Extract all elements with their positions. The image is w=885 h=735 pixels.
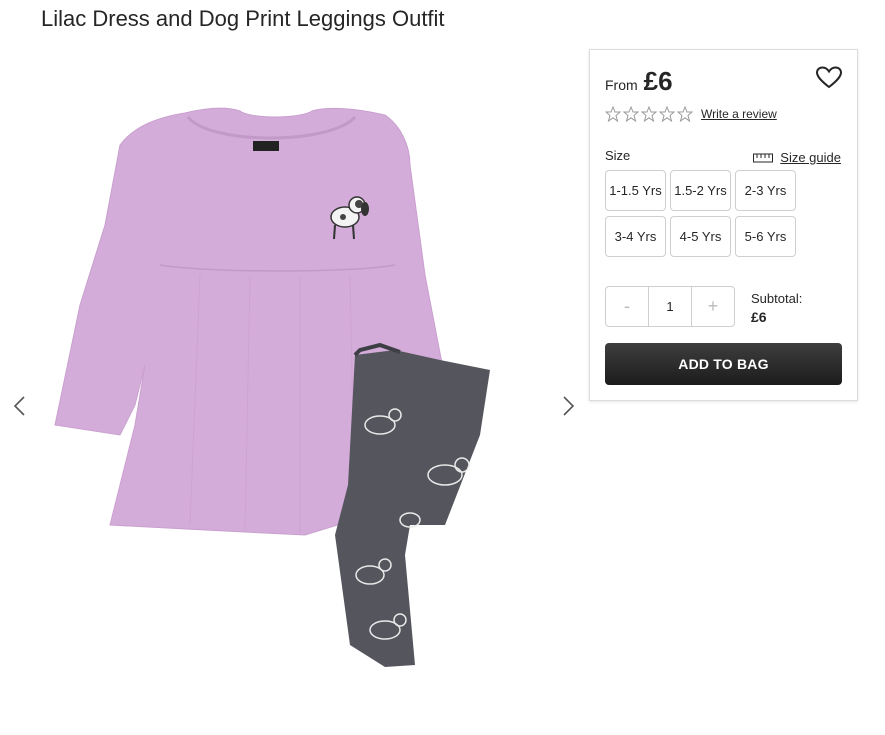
heart-icon[interactable] <box>815 66 843 90</box>
quantity-input[interactable]: 1 <box>648 287 692 326</box>
star-icon <box>659 106 675 122</box>
price: £6 <box>643 66 673 96</box>
subtotal-label: Subtotal: <box>751 291 803 306</box>
quantity-decrease-button[interactable]: - <box>606 287 648 326</box>
size-options: 1-1.5 Yrs 1.5-2 Yrs 2-3 Yrs 3-4 Yrs 4-5 … <box>605 170 800 257</box>
size-guide-label: Size guide <box>780 150 841 165</box>
ruler-icon <box>753 153 774 162</box>
add-to-bag-button[interactable]: ADD TO BAG <box>605 343 842 385</box>
size-option[interactable]: 5-6 Yrs <box>735 216 796 257</box>
size-option[interactable]: 2-3 Yrs <box>735 170 796 211</box>
star-icon <box>677 106 693 122</box>
size-guide-link[interactable]: Size guide <box>753 150 841 165</box>
write-review-link[interactable]: Write a review <box>701 107 777 121</box>
quantity-stepper: - 1 + <box>605 286 735 327</box>
star-icon <box>605 106 621 122</box>
size-label: Size <box>605 148 631 163</box>
rating: Write a review <box>605 106 777 122</box>
star-icon <box>623 106 639 122</box>
page-title: Lilac Dress and Dog Print Leggings Outfi… <box>41 6 445 31</box>
leggings-illustration <box>335 342 490 667</box>
price-row: From £6 <box>605 66 673 97</box>
star-rating <box>605 106 695 122</box>
chevron-right-icon[interactable] <box>558 395 578 417</box>
size-option[interactable]: 1.5-2 Yrs <box>670 170 731 211</box>
size-option[interactable]: 3-4 Yrs <box>605 216 666 257</box>
price-prefix: From <box>605 77 638 93</box>
purchase-panel: From £6 Write a review Size Size guide 1… <box>589 49 858 401</box>
product-image-carousel <box>0 50 590 735</box>
quantity-increase-button[interactable]: + <box>692 287 734 326</box>
star-icon <box>641 106 657 122</box>
size-option[interactable]: 4-5 Yrs <box>670 216 731 257</box>
subtotal-value: £6 <box>751 309 767 325</box>
chevron-left-icon[interactable] <box>10 395 30 417</box>
subtotal: Subtotal: £6 <box>751 290 802 326</box>
size-option[interactable]: 1-1.5 Yrs <box>605 170 666 211</box>
product-image <box>54 107 490 667</box>
